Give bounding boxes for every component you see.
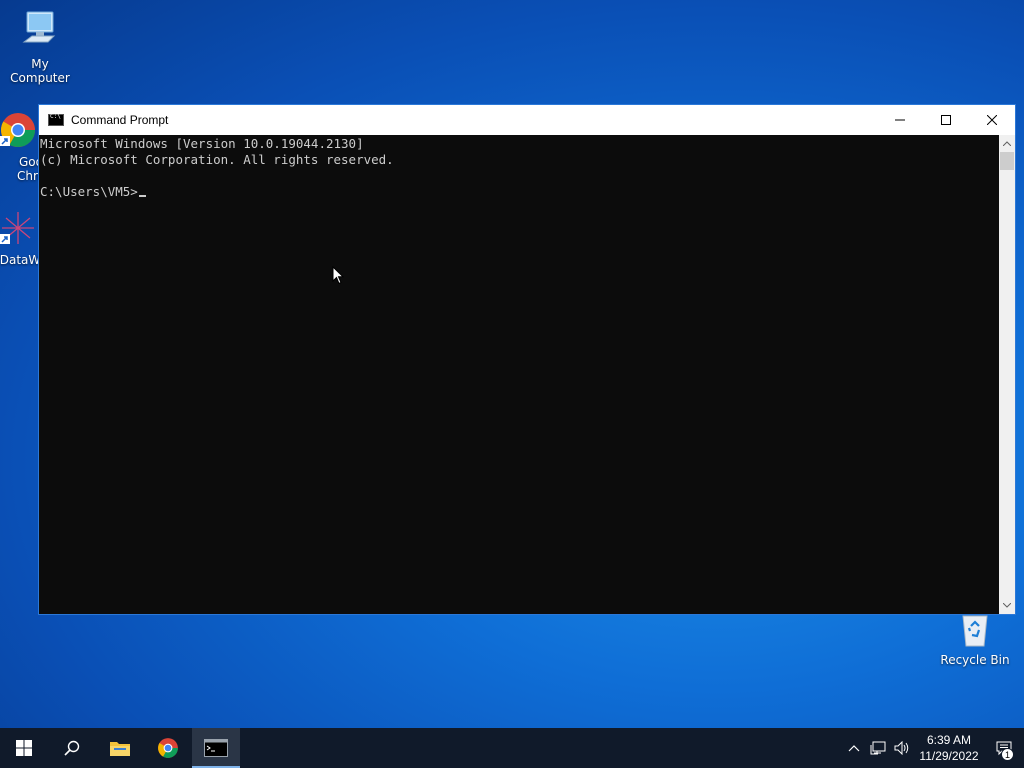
console-prompt: C:\Users\VM5>: [40, 184, 138, 199]
chevron-up-icon: [848, 745, 860, 752]
scrollbar-thumb[interactable]: [1000, 152, 1014, 170]
title-bar[interactable]: Command Prompt: [39, 105, 1015, 135]
command-prompt-window[interactable]: Command Prompt Microsoft Windows [Versio…: [38, 104, 1016, 615]
system-tray: 6:39 AM 11/29/2022 1: [842, 728, 1024, 768]
taskbar: 6:39 AM 11/29/2022 1: [0, 728, 1024, 768]
chrome-taskbar-button[interactable]: [144, 728, 192, 768]
chrome-icon: [158, 738, 178, 758]
console-line: (c) Microsoft Corporation. All rights re…: [40, 152, 394, 167]
windows-logo-icon: [16, 740, 32, 756]
search-icon: [64, 740, 80, 756]
maximize-button[interactable]: [923, 105, 969, 135]
command-prompt-icon: [204, 739, 228, 757]
text-cursor: [138, 195, 146, 197]
clock[interactable]: 6:39 AM 11/29/2022: [914, 732, 984, 764]
vertical-scrollbar[interactable]: [999, 135, 1015, 614]
data-app-icon: [0, 212, 34, 244]
console-line: Microsoft Windows [Version 10.0.19044.21…: [40, 136, 364, 151]
desktop-icon-label: My Computer: [10, 57, 70, 85]
command-prompt-icon: [48, 113, 64, 126]
minimize-icon: [895, 119, 905, 121]
notification-badge: 1: [1001, 748, 1014, 761]
start-button[interactable]: [0, 728, 48, 768]
volume-button[interactable]: [890, 728, 914, 768]
clock-time: 6:39 AM: [926, 733, 972, 747]
recycle-bin-icon: [962, 615, 988, 647]
mouse-pointer-icon: [332, 266, 344, 285]
folder-icon: [110, 742, 130, 756]
scroll-down-button[interactable]: [999, 597, 1015, 614]
close-button[interactable]: [969, 105, 1015, 135]
desktop-icon-my-computer[interactable]: My Computer: [0, 8, 80, 85]
console-prompt-line: C:\Users\VM5>: [40, 184, 1000, 200]
chevron-down-icon: [1003, 603, 1011, 608]
chrome-icon: [0, 113, 35, 147]
network-icon: [870, 741, 886, 755]
action-center-button[interactable]: 1: [984, 728, 1024, 768]
minimize-button[interactable]: [877, 105, 923, 135]
clock-date: 11/29/2022: [919, 749, 979, 763]
speaker-icon: [894, 741, 909, 755]
show-hidden-icons-button[interactable]: [842, 728, 866, 768]
maximize-icon: [941, 115, 951, 125]
console-output[interactable]: Microsoft Windows [Version 10.0.19044.21…: [39, 135, 1000, 614]
computer-icon: [22, 11, 56, 43]
close-icon: [987, 115, 997, 125]
network-button[interactable]: [866, 728, 890, 768]
file-explorer-button[interactable]: [96, 728, 144, 768]
desktop-icon-label: Recycle Bin: [940, 653, 1010, 667]
desktop-icon-recycle-bin[interactable]: Recycle Bin: [935, 612, 1015, 667]
search-button[interactable]: [48, 728, 96, 768]
chevron-up-icon: [1003, 141, 1011, 146]
command-prompt-taskbar-button[interactable]: [192, 728, 240, 768]
scroll-up-button[interactable]: [999, 135, 1015, 152]
window-title: Command Prompt: [71, 113, 169, 127]
